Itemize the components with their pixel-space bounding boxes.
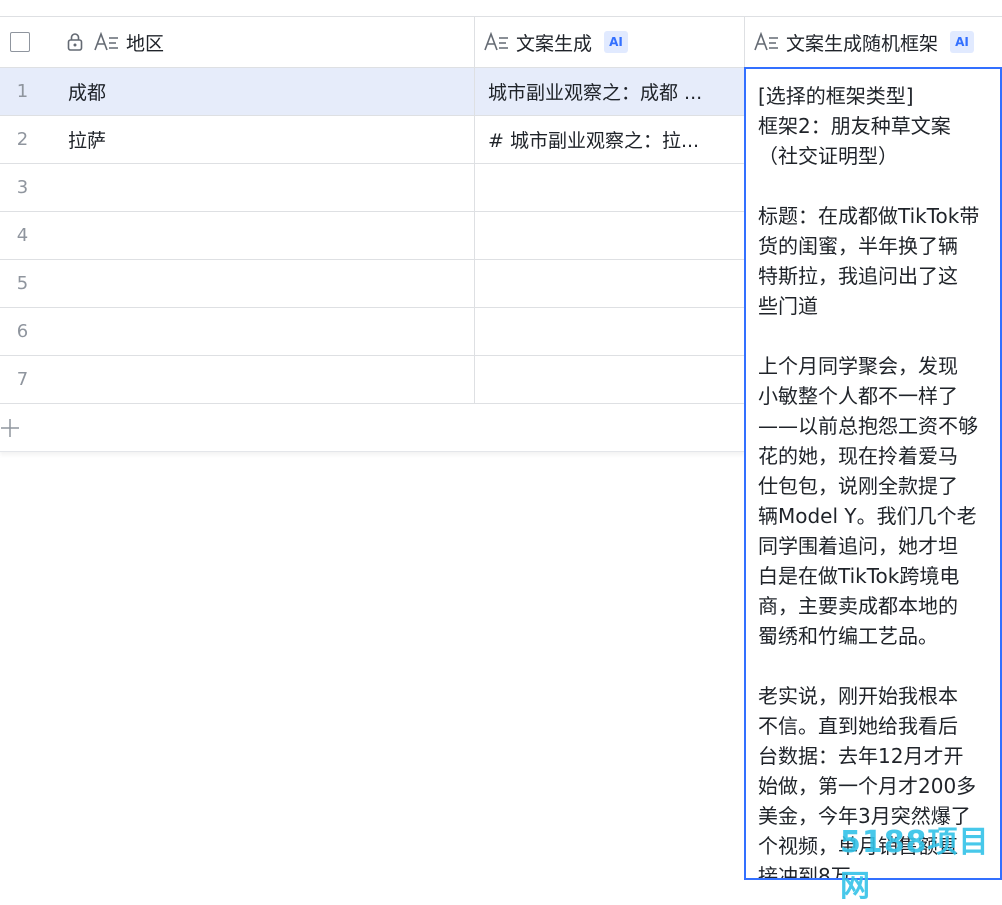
table-row[interactable]: 3	[0, 164, 745, 212]
editor-text-line: 商，主要卖成都本地的	[758, 594, 958, 618]
editor-text-line	[758, 321, 1000, 351]
cell-region[interactable]	[68, 164, 468, 211]
editor-text-line: 标题：在成都做TikTok带	[758, 204, 980, 228]
select-all-checkbox[interactable]	[10, 32, 30, 52]
text-field-type-icon	[754, 32, 780, 52]
data-grid: 地区 文案生成 AI 文案生成随机框架 AI 1 成都 城市副业观察之：成都 .…	[0, 0, 1002, 904]
cell-copy[interactable]	[488, 212, 738, 259]
column-divider	[474, 68, 475, 404]
grid-header: 地区 文案生成 AI 文案生成随机框架 AI	[0, 16, 1002, 68]
column-header-copy-label: 文案生成	[516, 32, 593, 55]
table-row[interactable]: 1 成都 城市副业观察之：成都 ...	[0, 68, 745, 116]
editor-text-line: 老实说，刚开始我根本	[758, 684, 958, 708]
column-header-region-label: 地区	[126, 32, 165, 55]
editor-text-line: 特斯拉，我追问出了这	[758, 264, 958, 288]
table-row[interactable]: 6	[0, 308, 745, 356]
editor-text-line: 花的她，现在拎着爱马	[758, 444, 958, 468]
cell-copy[interactable]	[488, 164, 738, 211]
text-field-type-icon	[484, 32, 510, 52]
cell-region[interactable]	[68, 308, 468, 355]
plus-icon[interactable]	[0, 418, 20, 438]
site-watermark: 5188项目网	[840, 825, 990, 904]
editor-text-line	[758, 171, 1000, 201]
row-number: 3	[16, 177, 29, 198]
cell-copy[interactable]	[488, 308, 738, 355]
ai-badge: AI	[950, 31, 975, 53]
editor-text-line: 货的闺蜜，半年换了辆	[758, 234, 958, 258]
table-row[interactable]: 4	[0, 212, 745, 260]
editor-text-line: 同学围着追问，她才坦	[758, 534, 958, 558]
editor-text-line: 仕包包，说刚全款提了	[758, 474, 958, 498]
editor-text-line: （社交证明型）	[758, 144, 898, 168]
lock-icon	[66, 32, 84, 52]
column-header-frame-label: 文案生成随机框架	[786, 32, 939, 55]
column-header-region[interactable]: 地区	[66, 17, 474, 67]
ai-badge: AI	[604, 31, 629, 53]
editor-text-line: 始做，第一个月才200多	[758, 774, 977, 798]
editor-text-line: 些门道	[758, 294, 818, 318]
table-row[interactable]: 2 拉萨 # 城市副业观察之：拉...	[0, 116, 745, 164]
row-number: 2	[16, 129, 29, 150]
editor-text-line: 白是在做TikTok跨境电	[758, 564, 960, 588]
editor-text-line: 上个月同学聚会，发现	[758, 354, 958, 378]
column-divider[interactable]	[474, 17, 475, 67]
row-number: 1	[16, 81, 29, 102]
editor-text-line: 台数据：去年12月才开	[758, 744, 964, 768]
editor-text-line: 不信。直到她给我看后	[758, 714, 958, 738]
table-row[interactable]: 5	[0, 260, 745, 308]
editor-text-line: 框架2：朋友种草文案	[758, 114, 951, 138]
editor-text-line: ——以前总抱怨工资不够	[758, 414, 978, 438]
table-row[interactable]: 7	[0, 356, 745, 404]
cell-region[interactable]	[68, 212, 468, 259]
column-header-copy[interactable]: 文案生成 AI	[484, 17, 744, 67]
editor-text-line: 蜀绣和竹编工艺品。	[758, 624, 938, 648]
editor-text-line: 小敏整个人都不一样了	[758, 384, 958, 408]
row-number: 4	[16, 225, 29, 246]
cell-copy[interactable]	[488, 260, 738, 307]
text-field-type-icon	[94, 32, 120, 52]
select-all-cell	[10, 17, 40, 67]
add-row-bar[interactable]	[0, 404, 745, 452]
cell-copy[interactable]: 城市副业观察之：成都 ...	[488, 68, 738, 115]
cell-region[interactable]	[68, 260, 468, 307]
cell-region[interactable]: 拉萨	[68, 116, 468, 163]
editor-text-line: [选择的框架类型]	[758, 84, 914, 108]
cell-copy[interactable]	[488, 356, 738, 403]
column-header-frame[interactable]: 文案生成随机框架 AI	[754, 17, 1002, 67]
cell-copy[interactable]: # 城市副业观察之：拉...	[488, 116, 738, 163]
column-divider[interactable]	[744, 17, 745, 67]
row-number: 5	[16, 273, 29, 294]
editor-text-line: 辆Model Y。我们几个老	[758, 504, 977, 528]
expanded-cell-editor[interactable]: [选择的框架类型] 框架2：朋友种草文案 （社交证明型） 标题：在成都做TikT…	[744, 67, 1002, 880]
row-number: 7	[16, 369, 29, 390]
cell-region[interactable]: 成都	[68, 68, 468, 115]
editor-text-line	[758, 651, 1000, 681]
row-number: 6	[16, 321, 29, 342]
cell-region[interactable]	[68, 356, 468, 403]
